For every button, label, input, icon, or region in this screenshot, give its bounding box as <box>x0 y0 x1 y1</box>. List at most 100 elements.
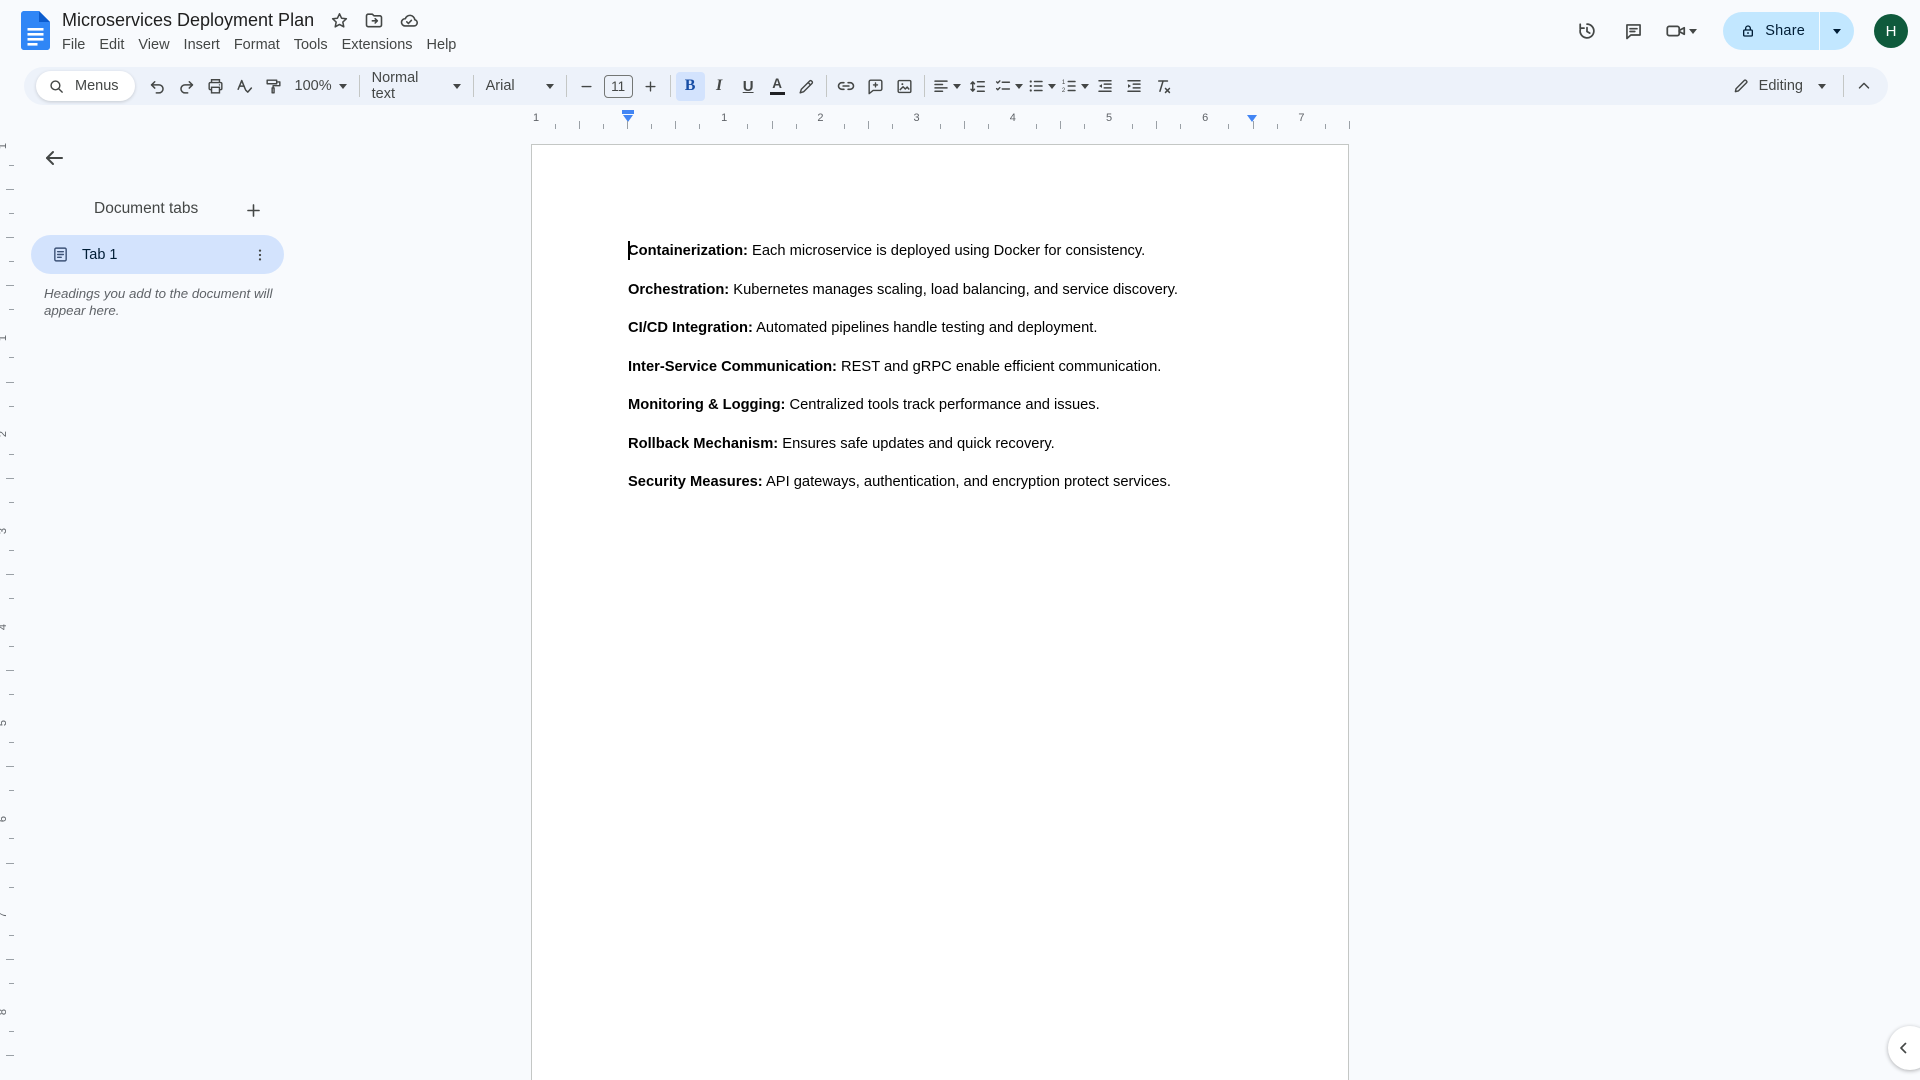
cloud-status-icon[interactable] <box>399 10 419 30</box>
align-button[interactable] <box>930 72 963 101</box>
ruler-tick <box>6 189 14 190</box>
paragraph[interactable]: Rollback Mechanism: Ensures safe updates… <box>628 436 1252 454</box>
insert-link-button[interactable] <box>832 72 861 101</box>
show-side-panel-button[interactable] <box>1888 1026 1920 1070</box>
document-content[interactable]: Containerization: Each microservice is d… <box>628 243 1252 513</box>
ruler-tick <box>844 124 845 129</box>
menu-item[interactable]: Tools <box>287 35 335 55</box>
print-button[interactable] <box>201 72 230 101</box>
search-icon <box>48 78 65 95</box>
right-indent-marker[interactable] <box>1247 115 1257 122</box>
chevron-down-icon <box>546 84 554 89</box>
increase-indent-button[interactable] <box>1120 72 1149 101</box>
ruler-tick <box>9 598 14 599</box>
ruler-tick <box>9 550 14 551</box>
increase-font-size-button[interactable] <box>636 72 665 101</box>
underline-button[interactable]: U <box>734 72 763 101</box>
sidebar-item-tab1[interactable]: Tab 1 <box>31 235 284 274</box>
back-button[interactable] <box>38 142 70 174</box>
document-title[interactable]: Microservices Deployment Plan <box>62 10 314 31</box>
decrease-indent-button[interactable] <box>1091 72 1120 101</box>
video-call-caret-icon[interactable] <box>1689 29 1697 34</box>
font-size-input[interactable]: 11 <box>604 75 633 98</box>
plus-icon <box>244 201 263 220</box>
ruler-tick <box>1180 124 1181 129</box>
zoom-select[interactable]: 100% <box>288 72 354 101</box>
add-tab-button[interactable] <box>240 197 266 223</box>
paragraph[interactable]: Inter-Service Communication: REST and gR… <box>628 359 1252 377</box>
menu-item[interactable]: Extensions <box>335 35 420 55</box>
ruler-tick <box>1349 121 1350 129</box>
chevron-down-icon <box>453 84 461 89</box>
version-history-icon[interactable] <box>1567 11 1607 51</box>
avatar[interactable]: H <box>1874 14 1908 48</box>
share-dropdown-button[interactable] <box>1819 12 1854 50</box>
chevron-down-icon <box>1048 84 1056 89</box>
ruler-tick <box>6 382 14 383</box>
insert-image-button[interactable] <box>890 72 919 101</box>
document-page[interactable]: Containerization: Each microservice is d… <box>531 144 1349 1080</box>
ruler-tick <box>6 478 14 479</box>
menu-item[interactable]: File <box>55 35 92 55</box>
toolbar-separator <box>826 75 827 97</box>
tab-label: Tab 1 <box>82 247 248 263</box>
paragraph[interactable]: Orchestration: Kubernetes manages scalin… <box>628 282 1252 300</box>
paragraph[interactable]: Monitoring & Logging: Centralized tools … <box>628 397 1252 415</box>
undo-button[interactable] <box>143 72 172 101</box>
ruler-number: 3 <box>0 528 9 534</box>
paragraph-style-select[interactable]: Normal text <box>365 72 468 101</box>
hide-menus-button[interactable] <box>1849 72 1878 101</box>
move-folder-icon[interactable] <box>364 10 384 30</box>
text-color-button[interactable]: A <box>763 72 792 101</box>
menu-item[interactable]: Insert <box>177 35 227 55</box>
paragraph[interactable]: Security Measures: API gateways, authent… <box>628 474 1252 492</box>
line-spacing-button[interactable] <box>963 72 992 101</box>
share-button[interactable]: Share <box>1723 12 1854 50</box>
menus-search-button[interactable]: Menus <box>36 71 135 101</box>
bulleted-list-button[interactable] <box>1025 72 1058 101</box>
video-call-button[interactable] <box>1659 20 1703 42</box>
redo-button[interactable] <box>172 72 201 101</box>
ruler-tick <box>9 406 14 407</box>
ruler-tick <box>796 124 797 129</box>
font-select[interactable]: Arial <box>479 72 561 101</box>
italic-button[interactable]: I <box>705 72 734 101</box>
spellcheck-button[interactable] <box>230 72 259 101</box>
add-comment-button[interactable] <box>861 72 890 101</box>
menu-item[interactable]: Help <box>420 35 464 55</box>
star-icon[interactable] <box>329 10 349 30</box>
paragraph[interactable]: CI/CD Integration: Automated pipelines h… <box>628 320 1252 338</box>
paint-format-button[interactable] <box>259 72 288 101</box>
vertical-ruler[interactable]: 112345678 <box>0 133 15 1080</box>
ruler-tick <box>6 237 14 238</box>
chevron-down-icon <box>953 84 961 89</box>
menu-item[interactable]: Edit <box>92 35 131 55</box>
clear-formatting-button[interactable] <box>1149 72 1178 101</box>
menu-item[interactable]: View <box>131 35 176 55</box>
tab-options-button[interactable] <box>248 243 272 267</box>
bold-button[interactable]: B <box>676 72 705 101</box>
top-bar: Microservices Deployment Plan FileEditVi… <box>0 0 1920 64</box>
horizontal-ruler[interactable]: 11234567 <box>531 109 1349 130</box>
ruler-tick <box>1060 121 1061 129</box>
ruler-number: 8 <box>0 1009 9 1015</box>
decrease-font-size-button[interactable] <box>572 72 601 101</box>
ruler-tick <box>940 124 941 129</box>
menu-item[interactable]: Format <box>227 35 287 55</box>
ruler-tick <box>6 863 14 864</box>
editing-mode-button[interactable]: Editing <box>1720 71 1838 101</box>
lock-icon <box>1740 23 1756 39</box>
numbered-list-button[interactable]: 12 <box>1058 72 1091 101</box>
comments-icon[interactable] <box>1613 11 1653 51</box>
toolbar-separator <box>670 75 671 97</box>
checklist-button[interactable] <box>992 72 1025 101</box>
ruler-tick <box>9 165 14 166</box>
ruler-number: 6 <box>1202 112 1208 124</box>
highlight-color-button[interactable] <box>792 72 821 101</box>
ruler-number: 1 <box>0 143 9 149</box>
first-line-indent-marker[interactable] <box>622 110 634 114</box>
ruler-tick <box>6 766 14 767</box>
chevron-left-icon <box>1895 1039 1913 1057</box>
google-docs-logo-icon[interactable] <box>21 11 51 51</box>
paragraph[interactable]: Containerization: Each microservice is d… <box>628 243 1252 261</box>
